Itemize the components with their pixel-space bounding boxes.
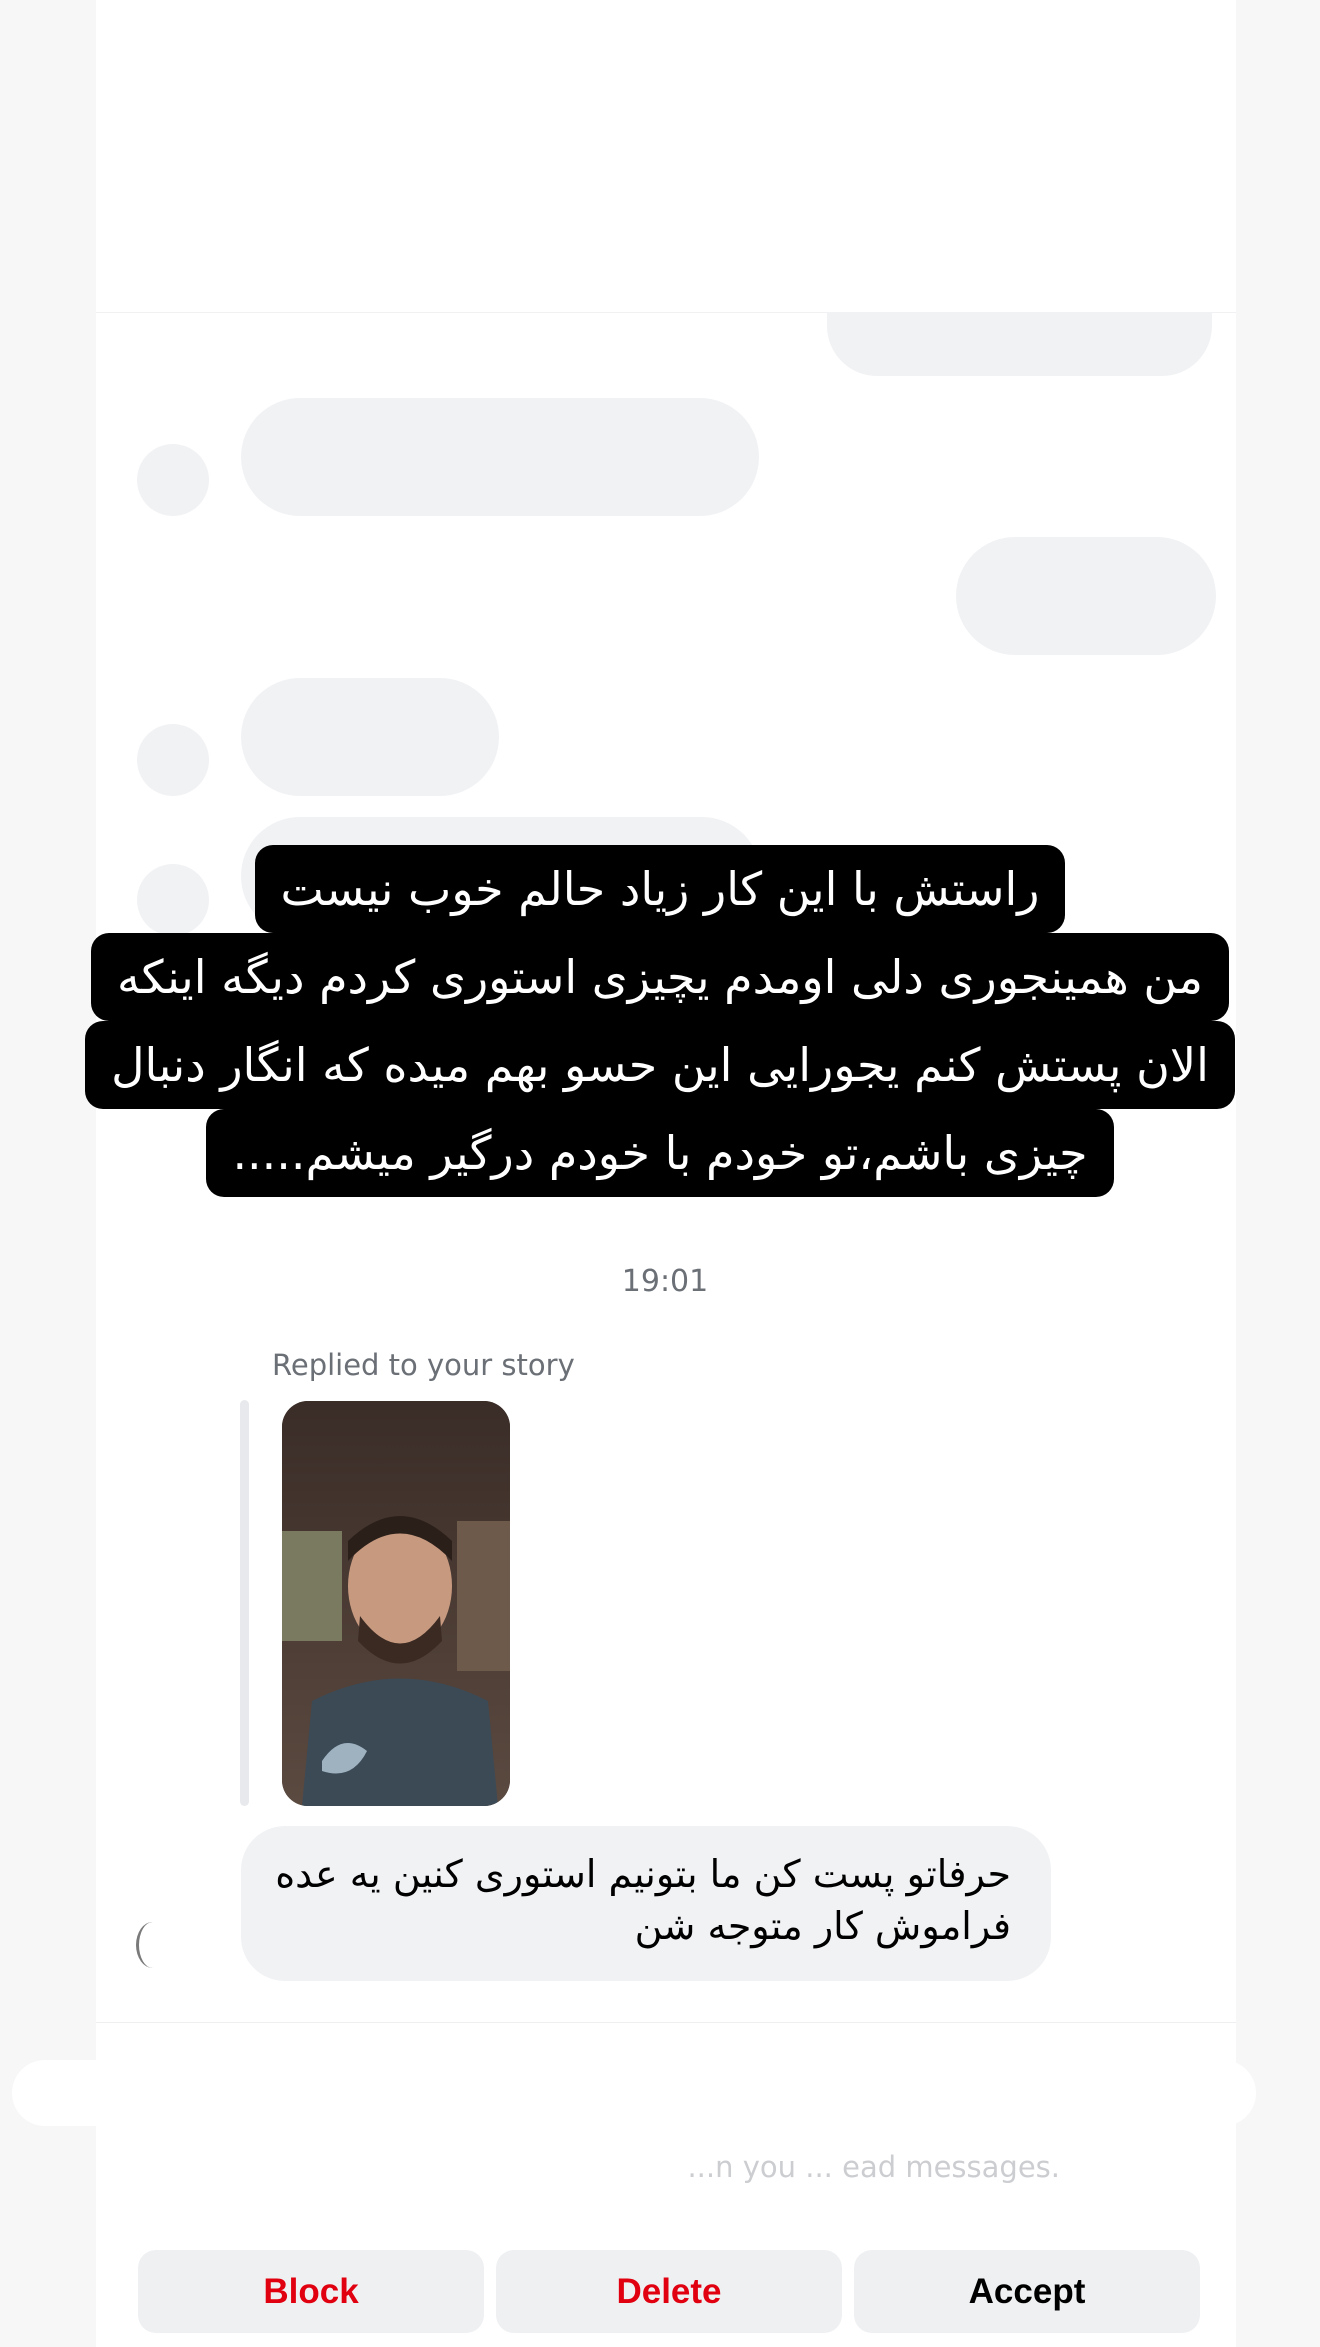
story-caption-overlay: راستش با این کار زیاد حالم خوب نیست من ه… bbox=[0, 845, 1320, 1197]
delete-button[interactable]: Delete bbox=[496, 2250, 842, 2333]
story-caption-line: الان پستش کنم یجورایی این حسو بهم میده ک… bbox=[85, 1021, 1235, 1109]
story-caption-line: چیزی باشم،تو خودم با خودم درگیر میشم....… bbox=[206, 1109, 1114, 1197]
ghost-bubble bbox=[827, 312, 1212, 376]
story-caption-line: من همینجوری دلی اومدم یچیزی استوری کردم … bbox=[90, 933, 1230, 1021]
ghost-bubble bbox=[956, 537, 1216, 655]
message-bubble: حرفاتو پست کن ما بتونیم استوری کنین یه ع… bbox=[241, 1826, 1051, 1981]
story-thumbnail-image bbox=[282, 1401, 510, 1806]
story-caption-line: راستش با این کار زیاد حالم خوب نیست bbox=[254, 845, 1066, 933]
ghost-avatar bbox=[137, 444, 209, 516]
sender-avatar[interactable] bbox=[136, 1922, 169, 1968]
story-reply-label: Replied to your story bbox=[272, 1348, 575, 1382]
block-button[interactable]: Block bbox=[138, 2250, 484, 2333]
ghost-bubble bbox=[241, 398, 759, 516]
ghost-bubble bbox=[241, 678, 499, 796]
header-area bbox=[96, 0, 1236, 313]
request-info-pill bbox=[12, 2060, 1256, 2126]
message-timestamp: 19:01 bbox=[621, 1264, 709, 1299]
story-thumbnail[interactable] bbox=[282, 1401, 510, 1806]
accept-button[interactable]: Accept bbox=[854, 2250, 1200, 2333]
reply-indicator-bar bbox=[240, 1400, 249, 1806]
ghost-avatar bbox=[137, 724, 209, 796]
request-footer-note: ...n you ... ead messages. bbox=[687, 2150, 1060, 2184]
